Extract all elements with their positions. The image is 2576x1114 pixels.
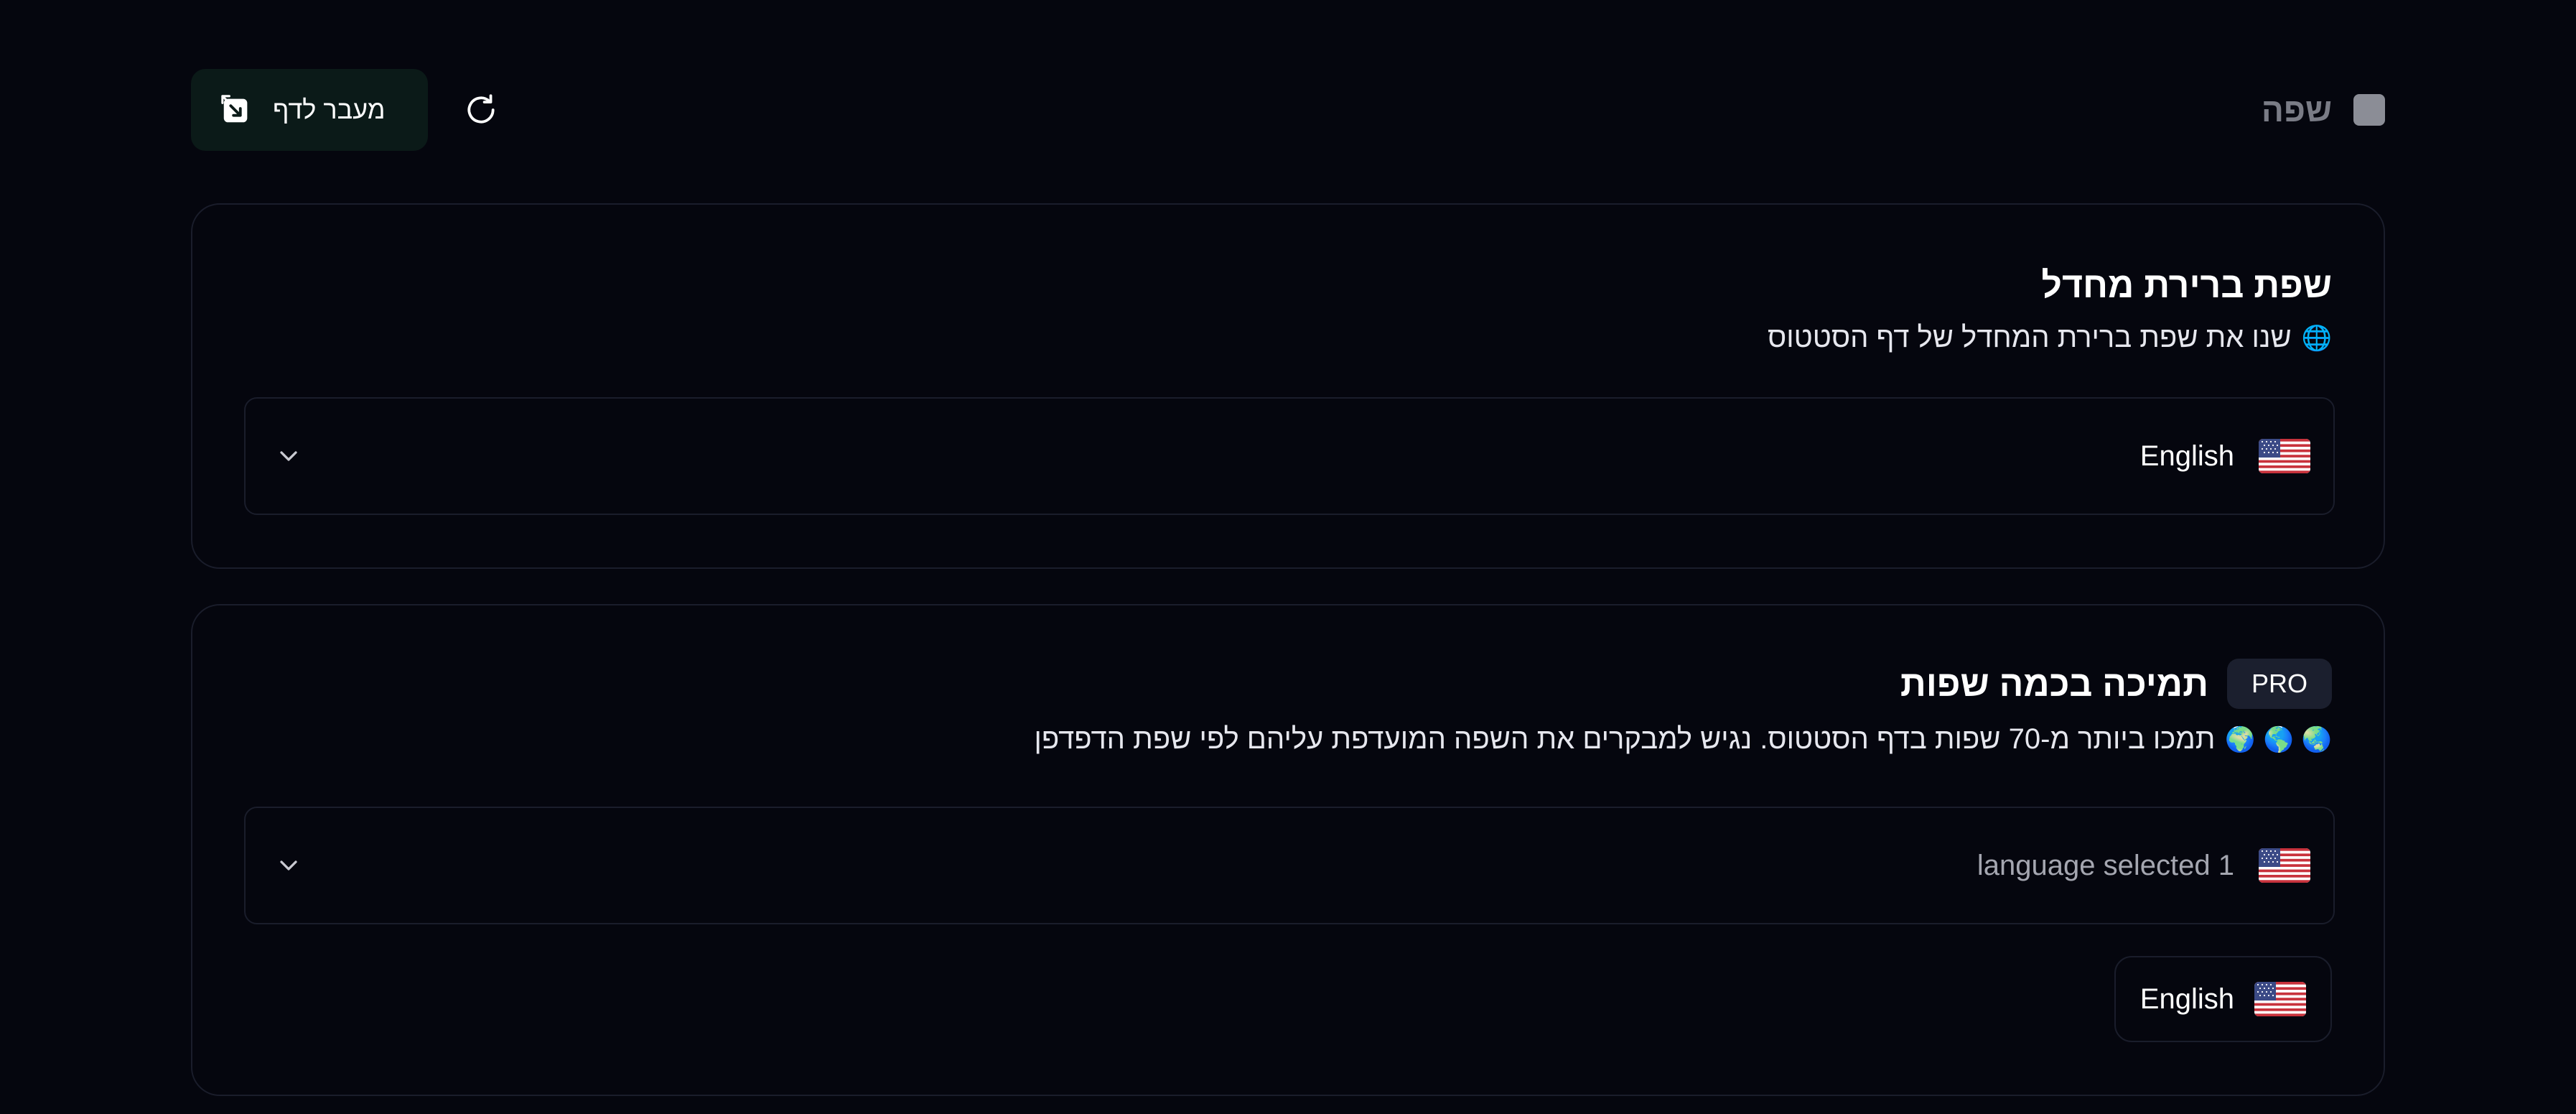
us-flag-icon [2259,439,2310,473]
open-page-button[interactable]: מעבר לדף [191,69,428,151]
us-flag-icon [2254,982,2306,1016]
multi-language-description-row: תמכו ביותר מ-70 שפות בדף הסטטוס. נגיש למ… [1035,723,2332,756]
multi-language-select[interactable]: language selected 1 [244,807,2335,924]
refresh-icon [467,94,495,124]
default-language-title: שפת ברירת מחדל [2041,265,2332,305]
default-language-selected: English [2139,440,2234,472]
default-language-select-value: English [2140,439,2310,473]
chevron-down-icon [280,860,297,871]
page-title: שפה [2261,91,2332,129]
chevron-down-icon [280,451,297,461]
multi-language-description: תמכו ביותר מ-70 שפות בדף הסטטוס. נגיש למ… [1034,723,2216,755]
multi-language-select-summary: language selected 1 [1977,849,2234,881]
globe-icon: 🌐 [2301,323,2332,353]
page-header: שפה [2262,90,2385,130]
default-language-description: שנו את שפת ברירת המחדל של דף הסטטוס [1767,322,2292,353]
default-language-select[interactable]: English [244,397,2335,515]
multi-language-title: תמיכה בכמה שפות [1900,664,2208,704]
pro-badge: PRO [2226,659,2332,709]
refresh-button[interactable] [459,88,503,131]
globe-icons: 🌍 🌎 🌏 [2225,725,2332,754]
us-flag-icon [2259,848,2310,883]
default-language-card: שפת ברירת מחדל שנו את שפת ברירת המחדל של… [191,203,2385,569]
multi-language-title-row: תמיכה בכמה שפות PRO [1900,659,2332,709]
language-chip-english[interactable]: English [2114,956,2332,1042]
multi-language-card: תמיכה בכמה שפות PRO תמכו ביותר מ-70 שפות… [191,604,2385,1096]
open-page-label: מעבר לדף [273,95,386,124]
square-icon [2353,94,2385,126]
default-language-title-row: שפת ברירת מחדל [2041,264,2332,307]
default-language-description-row: שנו את שפת ברירת המחדל של דף הסטטוס 🌐 [1768,322,2332,354]
multi-language-select-value: language selected 1 [1977,848,2310,883]
external-link-icon [221,95,248,123]
language-chip-label: English [2139,983,2234,1015]
